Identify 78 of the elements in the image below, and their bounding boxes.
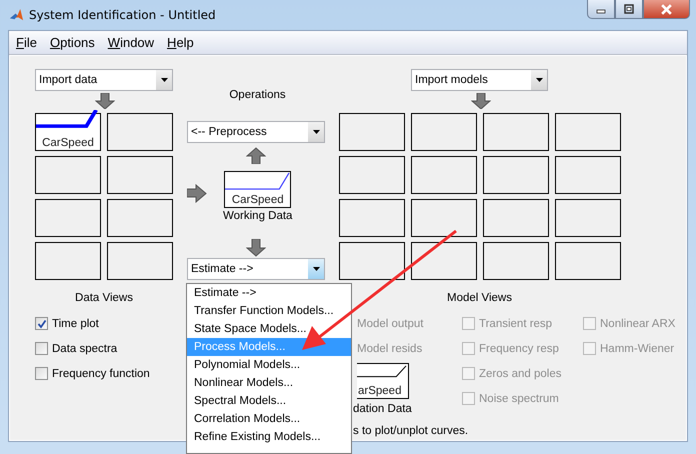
empty-slot[interactable] [483, 242, 549, 280]
up-arrow-icon [246, 147, 266, 164]
empty-slot[interactable] [411, 199, 477, 237]
menu-option[interactable]: Estimate --> [187, 284, 351, 302]
empty-slot[interactable] [483, 156, 549, 194]
menu-item[interactable]: Help [162, 35, 199, 50]
empty-slot[interactable] [339, 242, 405, 280]
minimize-button[interactable] [587, 0, 615, 19]
empty-slot[interactable] [555, 242, 621, 280]
validation-data-label: dation Data [353, 403, 413, 415]
preprocess-dropdown[interactable]: <-- Preprocess [187, 121, 325, 143]
empty-slot[interactable] [411, 156, 477, 194]
empty-slot[interactable] [339, 199, 405, 237]
down-arrow-icon [471, 93, 491, 109]
checkbox-label: Hamm-Wiener [600, 342, 674, 354]
menu-option[interactable]: Correlation Models... [187, 410, 351, 428]
menu-option[interactable]: Polynomial Models... [187, 356, 351, 374]
app-icon [9, 8, 24, 22]
menu-option[interactable]: Spectral Models... [187, 392, 351, 410]
menu-item[interactable]: File [11, 35, 42, 50]
working-data-icon[interactable]: CarSpeed [224, 171, 292, 208]
empty-slot[interactable] [555, 199, 621, 237]
menu-option[interactable]: Nonlinear Models... [187, 374, 351, 392]
checkbox-label: Frequency resp [479, 342, 559, 354]
window-title: System Identification - Untitled [29, 8, 216, 22]
section-title: Data Views [74, 292, 134, 306]
working-data-label: Working Data [223, 210, 292, 222]
checkbox-label: Data spectra [52, 342, 118, 354]
down-arrow-icon [95, 93, 115, 109]
empty-slot[interactable] [35, 156, 101, 194]
validation-data-icon[interactable]: arSpeed [357, 363, 409, 399]
checkbox[interactable] [35, 317, 48, 330]
hint-text: s to plot/unplot curves. [353, 425, 470, 437]
checkbox-label: Transient resp [479, 318, 552, 330]
maximize-icon [624, 4, 634, 14]
checkbox-label: Noise spectrum [479, 392, 559, 404]
empty-slot[interactable] [411, 113, 477, 151]
data-icon[interactable]: CarSpeed [35, 113, 101, 151]
menu-option[interactable]: State Space Models... [187, 320, 351, 338]
section-title: Operations [228, 89, 287, 103]
empty-slot[interactable] [555, 113, 621, 151]
menu-item[interactable]: Window [102, 35, 160, 50]
checkbox-label: Time plot [52, 318, 99, 330]
caret-icon [536, 78, 542, 82]
empty-slot[interactable] [35, 199, 101, 237]
caret-icon [312, 267, 320, 271]
checkbox-label: Frequency function [52, 368, 150, 380]
checkbox[interactable] [35, 342, 48, 355]
empty-slot[interactable] [555, 156, 621, 194]
empty-slot[interactable] [107, 156, 173, 194]
menu-item[interactable]: Options [44, 35, 100, 50]
maximize-button[interactable] [615, 0, 643, 19]
down-arrow-icon [246, 239, 266, 257]
checkbox-label: Model resids [357, 342, 422, 354]
close-button[interactable] [643, 0, 690, 19]
checkbox-label: Zeros and poles [479, 368, 562, 380]
right-arrow-icon [187, 184, 207, 203]
empty-slot[interactable] [107, 113, 173, 151]
empty-slot[interactable] [107, 199, 173, 237]
menu-option[interactable]: Refine Existing Models... [187, 428, 351, 446]
empty-slot[interactable] [483, 199, 549, 237]
close-icon [660, 4, 673, 14]
empty-slot[interactable] [35, 242, 101, 280]
caret-icon [160, 78, 168, 82]
checkbox[interactable] [35, 367, 48, 380]
empty-slot[interactable] [483, 113, 549, 151]
import-data-dropdown[interactable]: Import data [35, 69, 173, 91]
estimate-dropdown[interactable]: Estimate --> [187, 258, 325, 280]
checkbox-label: Nonlinear ARX [600, 318, 676, 330]
menu-option[interactable]: Transfer Function Models... [187, 302, 351, 320]
empty-slot[interactable] [339, 156, 405, 194]
import-models-dropdown[interactable]: Import models [411, 69, 548, 91]
caret-icon [312, 130, 320, 134]
empty-slot[interactable] [411, 242, 477, 280]
section-title: Model Views [447, 292, 513, 306]
empty-slot[interactable] [339, 113, 405, 151]
checkbox-label: Model output [357, 318, 424, 330]
empty-slot[interactable] [107, 242, 173, 280]
